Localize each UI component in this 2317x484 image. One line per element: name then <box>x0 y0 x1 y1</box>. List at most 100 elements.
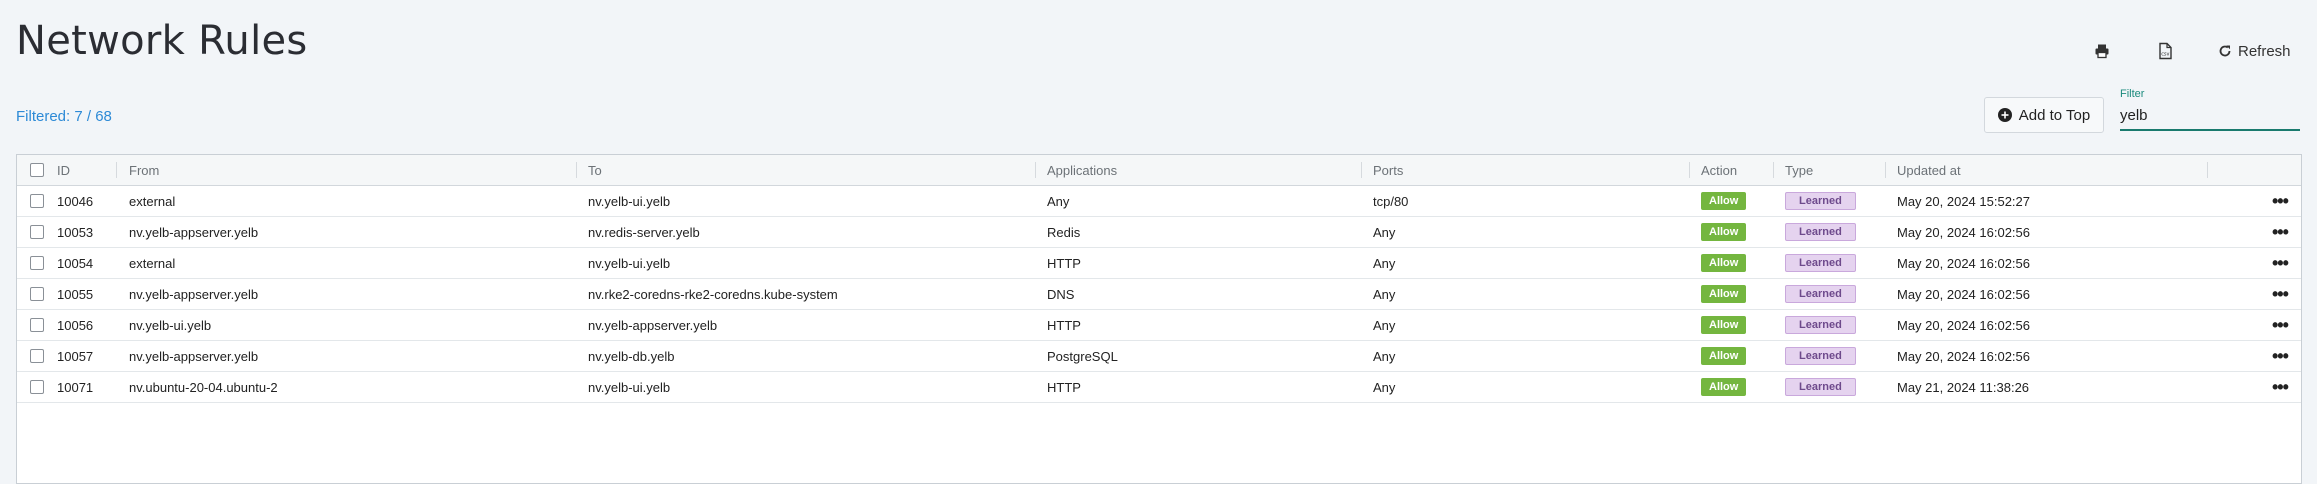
table-row[interactable]: 10055 nv.yelb-appserver.yelb nv.rke2-cored… <box>17 279 2301 310</box>
col-from[interactable]: From <box>129 155 159 185</box>
type-badge: Learned <box>1785 316 1856 334</box>
cell-type: Learned <box>1785 310 1856 340</box>
col-applications[interactable]: Applications <box>1047 155 1117 185</box>
cell-action: Allow <box>1701 248 1747 278</box>
action-badge: Allow <box>1701 316 1747 334</box>
filter-label: Filter <box>2120 88 2145 100</box>
cell-updated-at: May 20, 2024 15:52:27 <box>1897 193 2030 209</box>
cell-type: Learned <box>1785 341 1856 371</box>
type-badge: Learned <box>1785 378 1856 396</box>
row-checkbox[interactable] <box>30 372 44 402</box>
row-checkbox[interactable] <box>30 248 44 278</box>
cell-to: nv.rke2-coredns-rke2-coredns.kube-system <box>588 286 838 302</box>
cell-applications: HTTP <box>1047 379 1081 395</box>
type-badge: Learned <box>1785 254 1856 272</box>
col-type[interactable]: Type <box>1785 155 1813 185</box>
select-all-checkbox[interactable] <box>30 155 44 185</box>
export-csv-button[interactable]: csv <box>2157 38 2175 64</box>
cell-type: Learned <box>1785 186 1856 216</box>
cell-from: nv.yelb-ui.yelb <box>129 317 212 333</box>
page-title: Network Rules <box>16 18 308 64</box>
cell-to: nv.yelb-ui.yelb <box>588 379 671 395</box>
col-to[interactable]: To <box>588 155 602 185</box>
cell-action: Allow <box>1701 372 1747 402</box>
cell-action: Allow <box>1701 310 1747 340</box>
row-menu-icon[interactable]: ••• <box>2272 372 2289 402</box>
cell-from: nv.ubuntu-20-04.ubuntu-2 <box>129 379 278 395</box>
cell-applications: Any <box>1047 193 1070 209</box>
rules-table: ID From To Applications Ports Action Typ… <box>16 154 2302 484</box>
cell-from: external <box>129 255 176 271</box>
action-badge: Allow <box>1701 192 1747 210</box>
table-row[interactable]: 10046 external nv.yelb-ui.yelb Any tcp/80 All… <box>17 186 2301 217</box>
cell-action: Allow <box>1701 217 1747 247</box>
cell-ports: Any <box>1373 379 1396 395</box>
cell-ports: Any <box>1373 224 1396 240</box>
cell-applications: HTTP <box>1047 255 1081 271</box>
row-checkbox[interactable] <box>30 217 44 247</box>
cell-ports: Any <box>1373 255 1396 271</box>
row-checkbox[interactable] <box>30 341 44 371</box>
cell-from: nv.yelb-appserver.yelb <box>129 348 259 364</box>
filter-field: Filter <box>2120 88 2302 131</box>
filter-input[interactable] <box>2120 107 2300 131</box>
cell-to: nv.yelb-appserver.yelb <box>588 317 718 333</box>
row-checkbox[interactable] <box>30 279 44 309</box>
row-checkbox[interactable] <box>30 186 44 216</box>
cell-updated-at: May 21, 2024 11:38:26 <box>1897 379 2030 395</box>
cell-updated-at: May 20, 2024 16:02:56 <box>1897 255 2030 271</box>
col-updated-at[interactable]: Updated at <box>1897 155 1961 185</box>
row-menu-icon[interactable]: ••• <box>2272 248 2289 278</box>
row-menu-icon[interactable]: ••• <box>2272 341 2289 371</box>
cell-ports: tcp/80 <box>1373 193 1409 209</box>
action-badge: Allow <box>1701 285 1747 303</box>
table-row[interactable]: 10053 nv.yelb-appserver.yelb nv.redis-serv… <box>17 217 2301 248</box>
cell-type: Learned <box>1785 248 1856 278</box>
table-row[interactable]: 10054 external nv.yelb-ui.yelb HTTP Any Allow… <box>17 248 2301 279</box>
action-badge: Allow <box>1701 378 1747 396</box>
type-badge: Learned <box>1785 285 1856 303</box>
cell-id: 10057 <box>57 348 94 364</box>
action-badge: Allow <box>1701 254 1747 272</box>
refresh-label: Refresh <box>2238 42 2291 60</box>
cell-ports: Any <box>1373 286 1396 302</box>
cell-to: nv.redis-server.yelb <box>588 224 700 240</box>
cell-from: nv.yelb-appserver.yelb <box>129 224 259 240</box>
type-badge: Learned <box>1785 192 1856 210</box>
cell-id: 10046 <box>57 193 94 209</box>
filtered-count: Filtered: 7 / 68 <box>16 108 112 125</box>
table-body: 10046 external nv.yelb-ui.yelb Any tcp/80 All… <box>17 186 2301 403</box>
cell-updated-at: May 20, 2024 16:02:56 <box>1897 317 2030 333</box>
type-badge: Learned <box>1785 347 1856 365</box>
cell-id: 10055 <box>57 286 94 302</box>
cell-ports: Any <box>1373 348 1396 364</box>
refresh-button[interactable]: Refresh <box>2218 38 2291 64</box>
print-button[interactable] <box>2094 38 2110 64</box>
cell-action: Allow <box>1701 186 1747 216</box>
row-menu-icon[interactable]: ••• <box>2272 279 2289 309</box>
cell-updated-at: May 20, 2024 16:02:56 <box>1897 286 2030 302</box>
cell-type: Learned <box>1785 217 1856 247</box>
cell-updated-at: May 20, 2024 16:02:56 <box>1897 224 2030 240</box>
row-checkbox[interactable] <box>30 310 44 340</box>
row-menu-icon[interactable]: ••• <box>2272 217 2289 247</box>
add-to-top-button[interactable]: Add to Top <box>1984 97 2104 133</box>
col-action[interactable]: Action <box>1701 155 1737 185</box>
cell-applications: Redis <box>1047 224 1081 240</box>
table-row[interactable]: 10071 nv.ubuntu-20-04.ubuntu-2 nv.yelb-ui.… <box>17 372 2301 403</box>
cell-ports: Any <box>1373 317 1396 333</box>
table-row[interactable]: 10056 nv.yelb-ui.yelb nv.yelb-appserver.ye… <box>17 310 2301 341</box>
cell-type: Learned <box>1785 279 1856 309</box>
table-row[interactable]: 10057 nv.yelb-appserver.yelb nv.yelb-db.ye… <box>17 341 2301 372</box>
row-menu-icon[interactable]: ••• <box>2272 186 2289 216</box>
col-id[interactable]: ID <box>57 155 70 185</box>
action-badge: Allow <box>1701 347 1747 365</box>
table-header: ID From To Applications Ports Action Typ… <box>17 155 2301 186</box>
col-ports[interactable]: Ports <box>1373 155 1403 185</box>
row-menu-icon[interactable]: ••• <box>2272 310 2289 340</box>
refresh-icon <box>2219 45 2231 57</box>
action-badge: Allow <box>1701 223 1747 241</box>
cell-from: nv.yelb-appserver.yelb <box>129 286 259 302</box>
cell-action: Allow <box>1701 279 1747 309</box>
cell-to: nv.yelb-ui.yelb <box>588 255 671 271</box>
